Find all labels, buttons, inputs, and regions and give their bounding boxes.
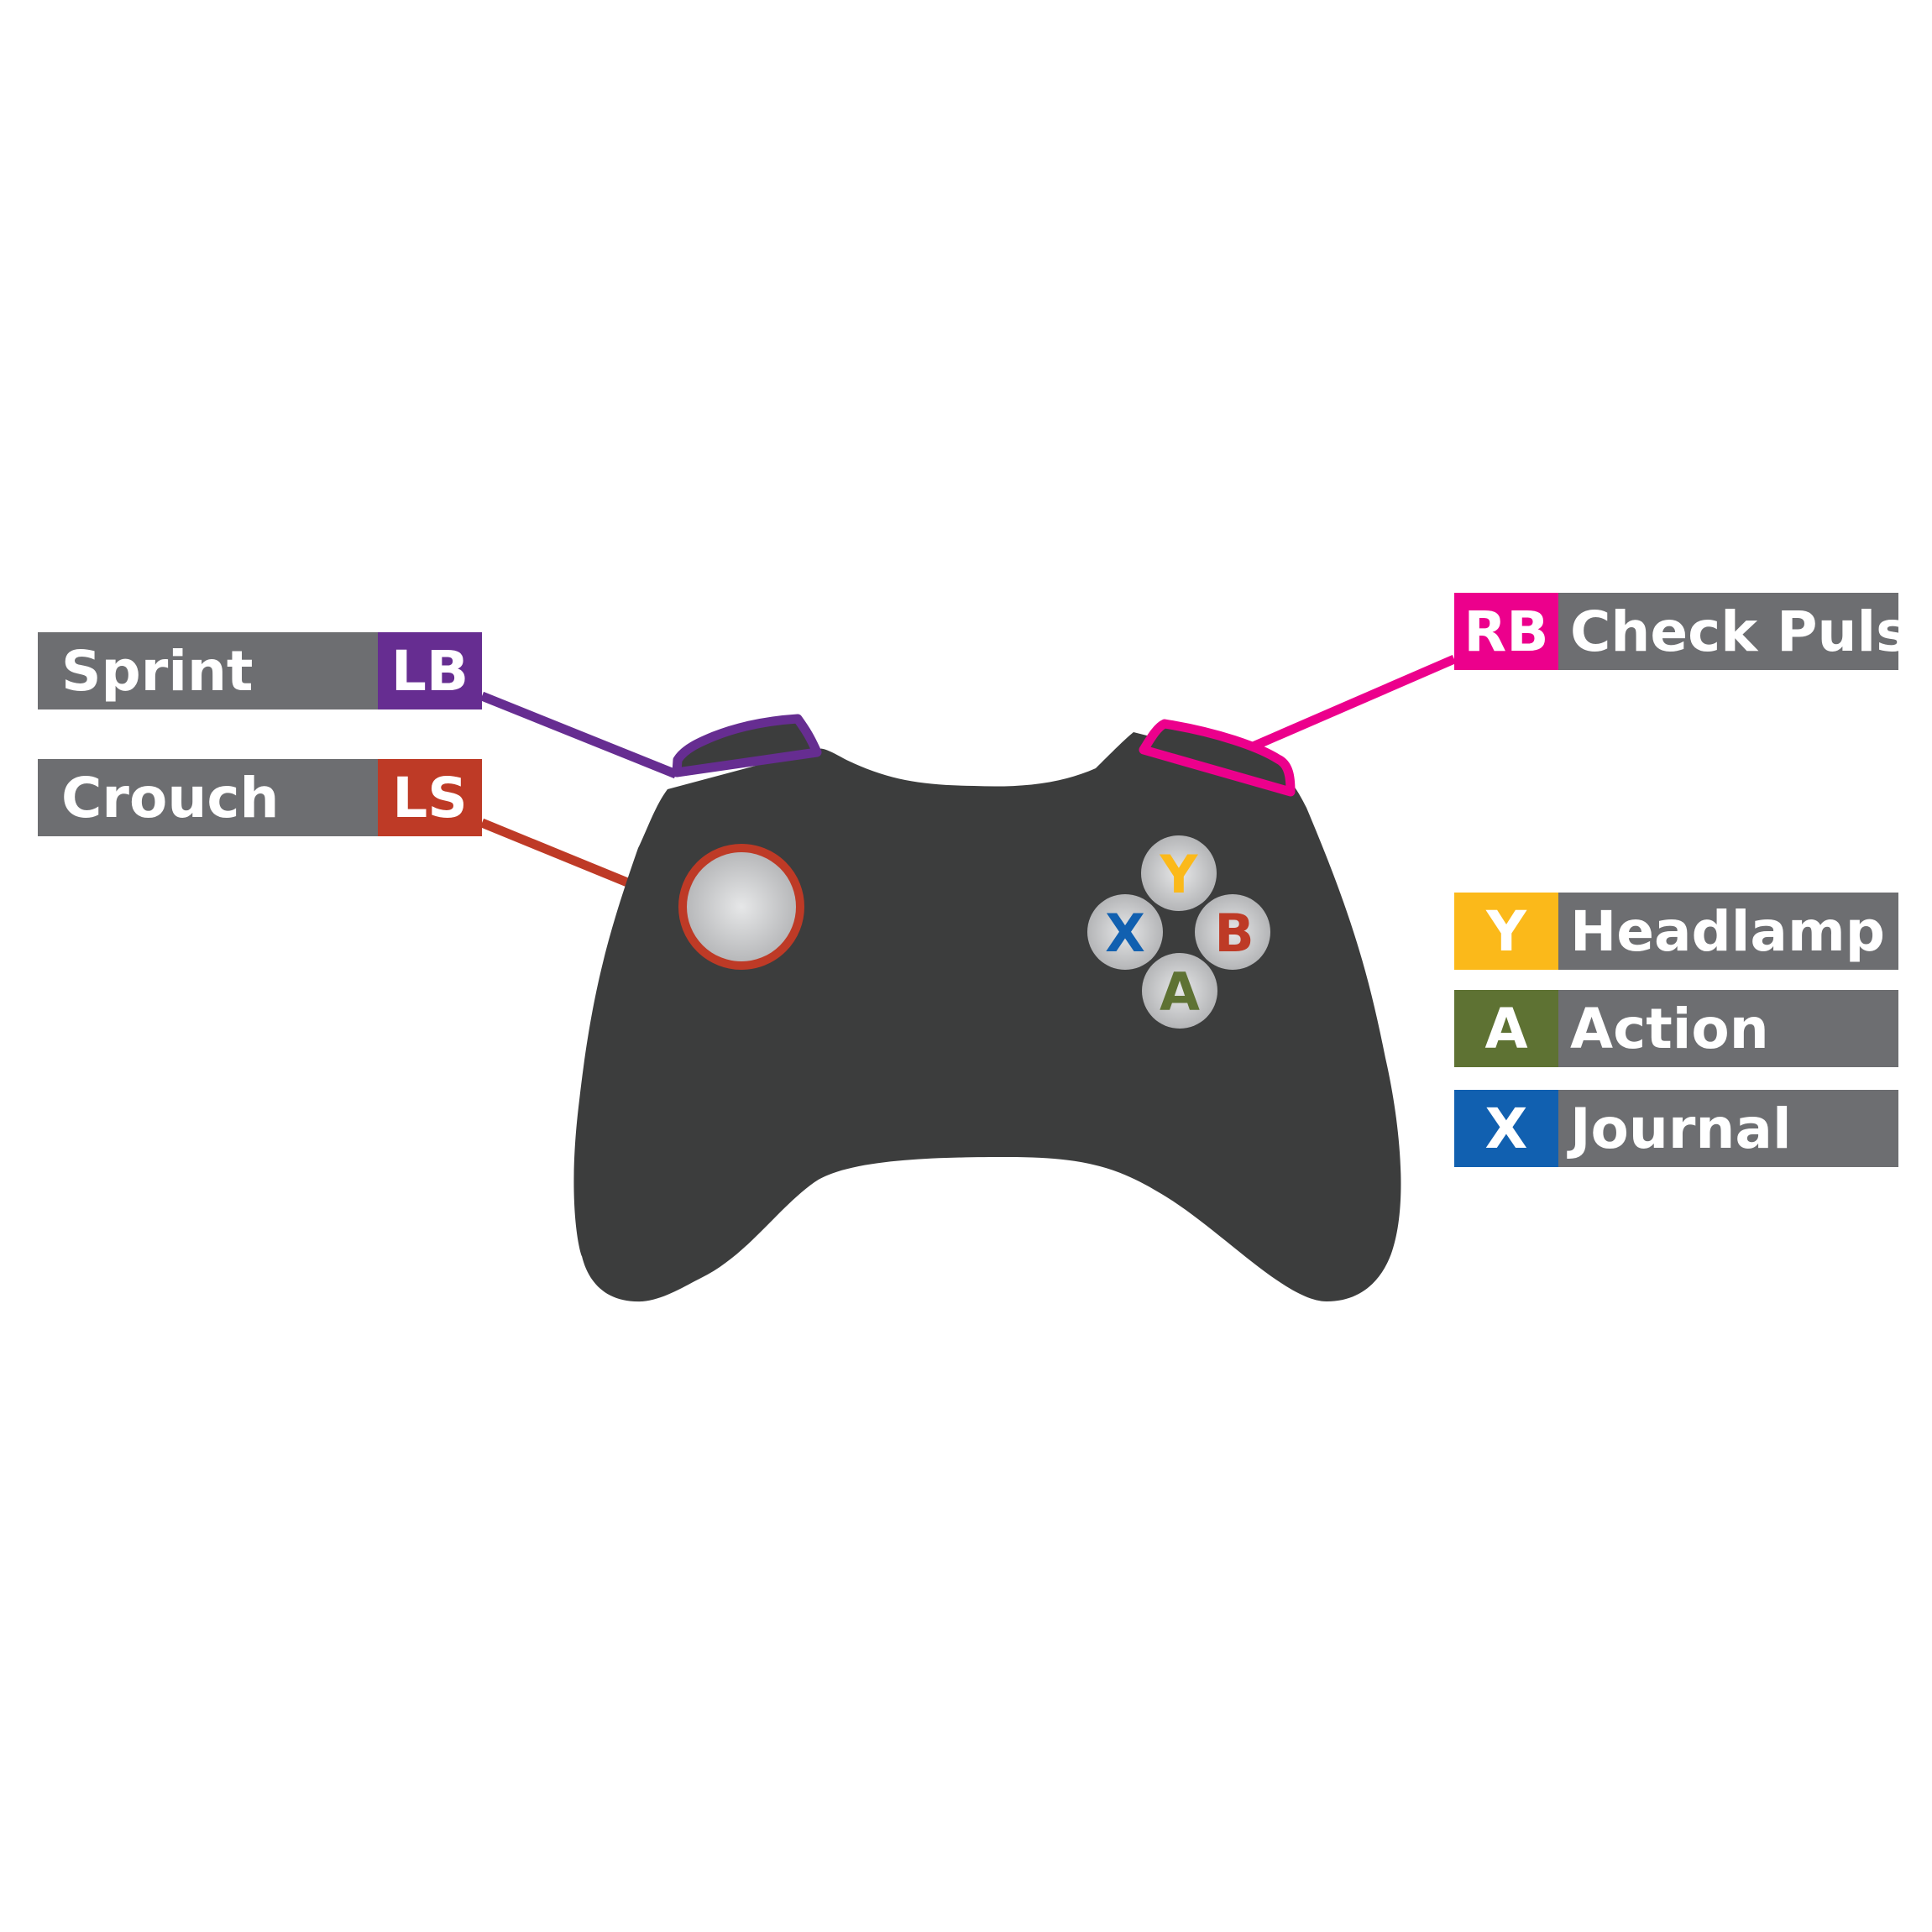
left-stick-ring: [678, 844, 804, 970]
y-key-badge: Y: [1454, 893, 1558, 970]
journal-label-text: Journal: [1570, 1096, 1792, 1161]
b-button-letter: B: [1214, 903, 1254, 964]
action-label-text: Action: [1570, 996, 1769, 1061]
lb-key-badge: LB: [378, 632, 482, 709]
a-key-text: A: [1484, 996, 1528, 1061]
rb-key-text: RB: [1463, 599, 1549, 664]
controller-diagram: Y X B A Sprint LB Crouch LS RB Check Pul…: [0, 0, 1932, 1932]
y-key-text: Y: [1486, 898, 1526, 964]
headlamp-label: Headlamp: [1558, 893, 1898, 970]
crouch-label: Crouch: [38, 759, 378, 836]
action-label: Action: [1558, 990, 1898, 1067]
a-button-letter: A: [1160, 961, 1200, 1023]
y-button-letter: Y: [1160, 844, 1199, 905]
rb-key-badge: RB: [1454, 593, 1558, 670]
ls-key-badge: LS: [378, 759, 482, 836]
x-button-letter: X: [1105, 903, 1145, 964]
check-pulse-label: Check Pulse: [1558, 593, 1898, 670]
sprint-label: Sprint: [38, 632, 378, 709]
sprint-label-text: Sprint: [61, 638, 254, 704]
lb-key-text: LB: [390, 638, 469, 704]
ls-key-text: LS: [392, 765, 468, 830]
crouch-label-text: Crouch: [61, 765, 280, 830]
a-key-badge: A: [1454, 990, 1558, 1067]
rb-leader-line: [1249, 654, 1457, 752]
controller-body: [573, 732, 1401, 1302]
check-pulse-label-text: Check Pulse: [1570, 599, 1898, 664]
headlamp-label-text: Headlamp: [1570, 898, 1885, 964]
x-key-badge: X: [1454, 1090, 1558, 1167]
journal-label: Journal: [1558, 1090, 1898, 1167]
lb-leader-line: [479, 691, 678, 779]
x-key-text: X: [1484, 1096, 1528, 1161]
